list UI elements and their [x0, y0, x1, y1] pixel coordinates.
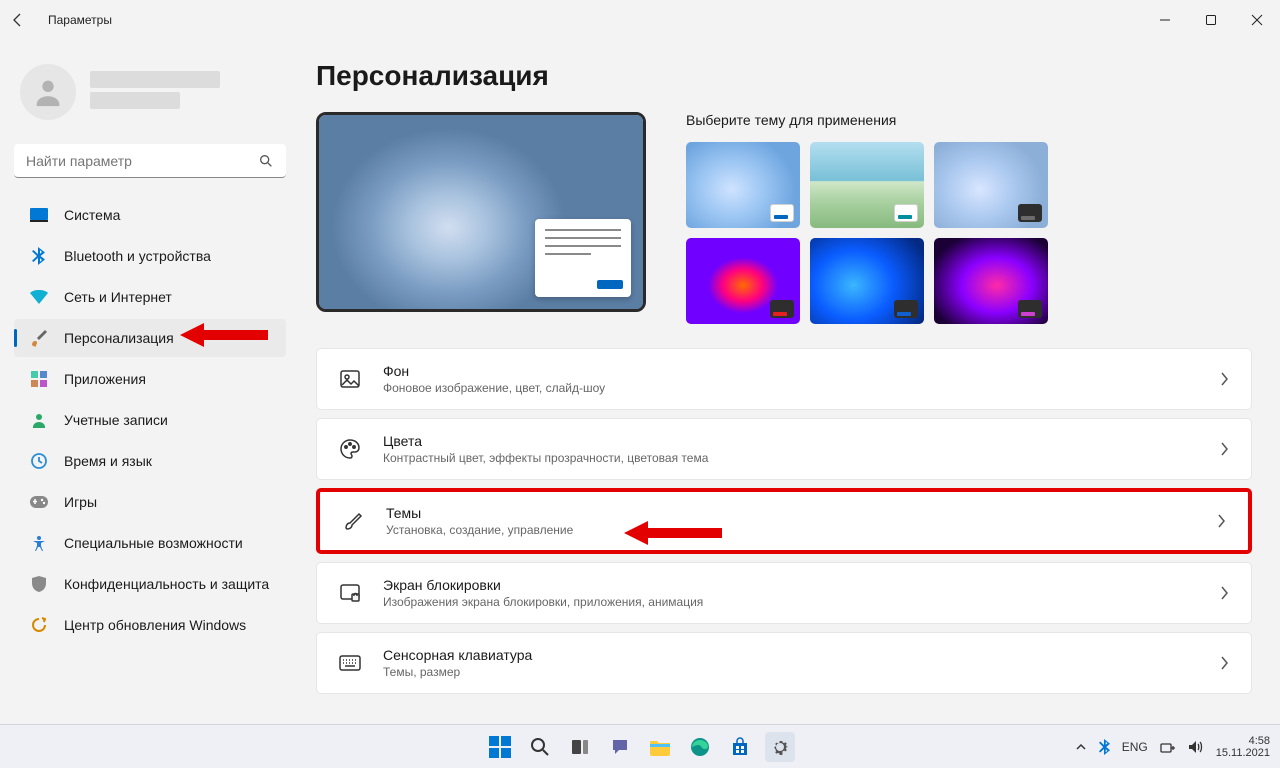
theme-section-header: Выберите тему для применения — [686, 112, 1252, 128]
clock-icon — [30, 452, 48, 470]
shield-icon — [30, 575, 48, 593]
close-button[interactable] — [1234, 0, 1280, 40]
sidebar-item-system[interactable]: Система — [14, 196, 286, 234]
taskbar-taskview[interactable] — [565, 732, 595, 762]
card-title: Фон — [383, 363, 1197, 379]
avatar — [20, 64, 76, 120]
apps-icon — [30, 370, 48, 388]
update-icon — [30, 616, 48, 634]
sidebar: Система Bluetooth и устройства Сеть и Ин… — [0, 40, 300, 724]
nav-label: Персонализация — [64, 330, 174, 346]
chevron-right-icon — [1219, 656, 1229, 670]
card-sub: Темы, размер — [383, 665, 1197, 679]
user-block[interactable] — [20, 64, 280, 120]
card-title: Темы — [386, 505, 1194, 521]
nav-label: Bluetooth и устройства — [64, 248, 211, 264]
sidebar-item-personalization[interactable]: Персонализация — [14, 319, 286, 357]
pen-icon — [342, 510, 364, 532]
tray-clock[interactable]: 4:5815.11.2021 — [1216, 735, 1270, 759]
nav-label: Сеть и Интернет — [64, 289, 172, 305]
tray-volume-icon[interactable] — [1188, 740, 1204, 754]
card-lockscreen[interactable]: Экран блокировки Изображения экрана блоки… — [316, 562, 1252, 624]
card-title: Сенсорная клавиатура — [383, 647, 1197, 663]
theme-thumb-5[interactable] — [810, 238, 924, 324]
sidebar-item-accessibility[interactable]: Специальные возможности — [14, 524, 286, 562]
desktop-preview — [316, 112, 646, 312]
card-sub: Установка, создание, управление — [386, 523, 1194, 537]
taskbar-store[interactable] — [725, 732, 755, 762]
card-sub: Изображения экрана блокировки, приложени… — [383, 595, 1197, 609]
bluetooth-icon — [30, 247, 48, 265]
maximize-button[interactable] — [1188, 0, 1234, 40]
brush-icon — [30, 329, 48, 347]
theme-thumb-1[interactable] — [686, 142, 800, 228]
sidebar-item-time[interactable]: Время и язык — [14, 442, 286, 480]
display-icon — [30, 206, 48, 224]
search-input[interactable] — [14, 144, 286, 178]
card-sub: Фоновое изображение, цвет, слайд-шоу — [383, 381, 1197, 395]
keyboard-icon — [339, 652, 361, 674]
search-container — [14, 144, 286, 178]
sidebar-item-accounts[interactable]: Учетные записи — [14, 401, 286, 439]
sidebar-item-update[interactable]: Центр обновления Windows — [14, 606, 286, 644]
nav-label: Учетные записи — [64, 412, 168, 428]
chevron-right-icon — [1219, 442, 1229, 456]
card-sub: Контрастный цвет, эффекты прозрачности, … — [383, 451, 1197, 465]
taskbar: ENG 4:5815.11.2021 — [0, 724, 1280, 768]
card-themes[interactable]: Темы Установка, создание, управление — [316, 488, 1252, 554]
sidebar-item-apps[interactable]: Приложения — [14, 360, 286, 398]
tray-language[interactable]: ENG — [1122, 740, 1148, 754]
taskbar-search[interactable] — [525, 732, 555, 762]
sidebar-item-gaming[interactable]: Игры — [14, 483, 286, 521]
chevron-right-icon — [1216, 514, 1226, 528]
back-button[interactable] — [10, 12, 40, 28]
accessibility-icon — [30, 534, 48, 552]
sidebar-item-network[interactable]: Сеть и Интернет — [14, 278, 286, 316]
preview-window — [535, 219, 631, 297]
search-icon — [258, 153, 274, 169]
nav-label: Специальные возможности — [64, 535, 243, 551]
titlebar: Параметры — [0, 0, 1280, 40]
nav-label: Система — [64, 207, 120, 223]
minimize-button[interactable] — [1142, 0, 1188, 40]
tray-bluetooth-icon[interactable] — [1099, 739, 1110, 755]
card-colors[interactable]: Цвета Контрастный цвет, эффекты прозрачно… — [316, 418, 1252, 480]
nav-label: Конфиденциальность и защита — [64, 576, 269, 592]
card-title: Экран блокировки — [383, 577, 1197, 593]
account-icon — [30, 411, 48, 429]
taskbar-settings[interactable] — [765, 732, 795, 762]
theme-grid — [686, 142, 1252, 324]
content-area: Персонализация Выберите тему для примене… — [300, 40, 1280, 724]
sidebar-item-privacy[interactable]: Конфиденциальность и защита — [14, 565, 286, 603]
start-button[interactable] — [485, 732, 515, 762]
nav-label: Центр обновления Windows — [64, 617, 246, 633]
nav-label: Игры — [64, 494, 97, 510]
chevron-right-icon — [1219, 372, 1229, 386]
sidebar-item-bluetooth[interactable]: Bluetooth и устройства — [14, 237, 286, 275]
lockscreen-icon — [339, 582, 361, 604]
games-icon — [30, 493, 48, 511]
card-background[interactable]: Фон Фоновое изображение, цвет, слайд-шоу — [316, 348, 1252, 410]
theme-thumb-2[interactable] — [810, 142, 924, 228]
card-touchkeyboard[interactable]: Сенсорная клавиатура Темы, размер — [316, 632, 1252, 694]
chevron-right-icon — [1219, 586, 1229, 600]
theme-thumb-3[interactable] — [934, 142, 1048, 228]
user-info-redacted — [90, 71, 280, 113]
taskbar-edge[interactable] — [685, 732, 715, 762]
taskbar-explorer[interactable] — [645, 732, 675, 762]
taskbar-chat[interactable] — [605, 732, 635, 762]
nav-list: Система Bluetooth и устройства Сеть и Ин… — [14, 196, 286, 644]
nav-label: Приложения — [64, 371, 146, 387]
nav-label: Время и язык — [64, 453, 152, 469]
page-title: Персонализация — [316, 60, 1252, 92]
palette-icon — [339, 438, 361, 460]
theme-thumb-4[interactable] — [686, 238, 800, 324]
window-title: Параметры — [48, 13, 112, 27]
tray-chevron-up-icon[interactable] — [1075, 742, 1087, 752]
tray-network-icon[interactable] — [1160, 740, 1176, 754]
image-icon — [339, 368, 361, 390]
theme-thumb-6[interactable] — [934, 238, 1048, 324]
wifi-icon — [30, 288, 48, 306]
card-title: Цвета — [383, 433, 1197, 449]
